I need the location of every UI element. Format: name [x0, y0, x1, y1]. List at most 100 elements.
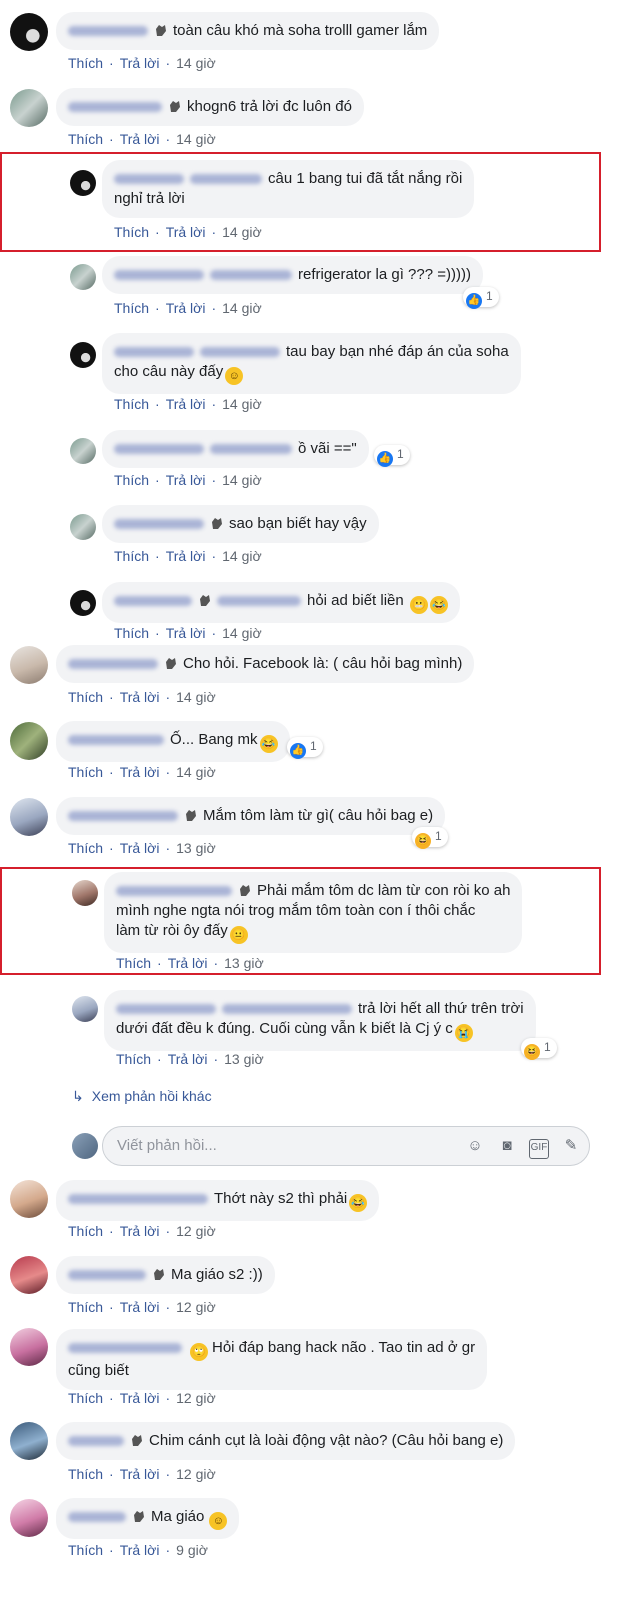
timestamp[interactable]: 13 giờ [224, 1051, 264, 1067]
sticker-icon[interactable]: ✎ [561, 1136, 581, 1156]
avatar[interactable] [10, 798, 48, 836]
reply-link[interactable]: Trả lời [166, 300, 206, 316]
author-name[interactable] [68, 102, 162, 113]
avatar[interactable] [72, 880, 98, 906]
avatar[interactable] [70, 170, 96, 196]
like-link[interactable]: Thích [114, 548, 149, 564]
reply-link[interactable]: Trả lời [166, 472, 206, 488]
reply-link[interactable]: Trả lời [120, 689, 160, 705]
reply-link[interactable]: Trả lời [120, 840, 160, 856]
author-name[interactable] [68, 1436, 124, 1447]
reaction-badge[interactable]: 👍 1 [374, 445, 410, 467]
mention[interactable] [200, 347, 280, 358]
like-link[interactable]: Thích [114, 224, 149, 240]
avatar[interactable] [72, 996, 98, 1022]
timestamp[interactable]: 14 giờ [176, 764, 216, 780]
reply-link[interactable]: Trả lời [166, 224, 206, 240]
reply-link[interactable]: Trả lời [120, 131, 160, 147]
reaction-badge[interactable]: 😆 1 [412, 827, 448, 849]
reply-link[interactable]: Trả lời [120, 1390, 160, 1406]
timestamp[interactable]: 14 giờ [222, 472, 262, 488]
reply-link[interactable]: Trả lời [168, 955, 208, 971]
timestamp[interactable]: 9 giờ [176, 1542, 208, 1558]
author-name[interactable] [116, 886, 232, 897]
timestamp[interactable]: 14 giờ [222, 300, 262, 316]
avatar[interactable] [10, 1256, 48, 1294]
timestamp[interactable]: 14 giờ [176, 55, 216, 71]
reaction-badge[interactable]: 👍 1 [287, 737, 323, 759]
camera-icon[interactable]: ◙ [497, 1136, 517, 1156]
avatar[interactable] [70, 514, 96, 540]
like-link[interactable]: Thích [114, 472, 149, 488]
reply-link[interactable]: Trả lời [120, 1223, 160, 1239]
timestamp[interactable]: 14 giờ [176, 131, 216, 147]
emoji-icon[interactable]: ☺ [465, 1136, 485, 1156]
avatar[interactable] [70, 590, 96, 616]
author-name[interactable] [68, 1512, 126, 1523]
author-name[interactable] [114, 596, 192, 607]
like-link[interactable]: Thích [68, 1299, 103, 1315]
author-name[interactable] [114, 519, 204, 530]
author-name[interactable] [68, 26, 148, 37]
avatar[interactable] [10, 1422, 48, 1460]
author-name[interactable] [68, 735, 164, 746]
mention[interactable] [222, 1004, 352, 1015]
timestamp[interactable]: 14 giờ [222, 224, 262, 240]
reaction-badge[interactable]: 😆 1 [521, 1038, 557, 1060]
author-name[interactable] [68, 1343, 182, 1354]
like-link[interactable]: Thích [68, 1542, 103, 1558]
reply-link[interactable]: Trả lời [120, 1542, 160, 1558]
reply-link[interactable]: Trả lời [120, 1466, 160, 1482]
timestamp[interactable]: 13 giờ [176, 840, 216, 856]
mention[interactable] [210, 270, 292, 281]
author-name[interactable] [114, 270, 204, 281]
mention[interactable] [217, 596, 301, 607]
author-name[interactable] [68, 1194, 208, 1205]
mention[interactable] [210, 444, 292, 455]
reply-link[interactable]: Trả lời [120, 55, 160, 71]
reply-link[interactable]: Trả lời [166, 396, 206, 412]
like-link[interactable]: Thích [68, 1390, 103, 1406]
author-name[interactable] [114, 347, 194, 358]
timestamp[interactable]: 12 giờ [176, 1299, 216, 1315]
avatar[interactable] [10, 1328, 48, 1366]
avatar[interactable] [70, 264, 96, 290]
avatar[interactable] [10, 89, 48, 127]
like-link[interactable]: Thích [68, 764, 103, 780]
like-link[interactable]: Thích [68, 1223, 103, 1239]
author-name[interactable] [116, 1004, 216, 1015]
timestamp[interactable]: 14 giờ [222, 396, 262, 412]
avatar[interactable] [70, 342, 96, 368]
reply-link[interactable]: Trả lời [120, 764, 160, 780]
avatar[interactable] [10, 1499, 48, 1537]
avatar[interactable] [10, 1180, 48, 1218]
reply-link[interactable]: Trả lời [120, 1299, 160, 1315]
reply-link[interactable]: Trả lời [168, 1051, 208, 1067]
author-name[interactable] [68, 1270, 146, 1281]
like-link[interactable]: Thích [116, 1051, 151, 1067]
author-name[interactable] [114, 444, 204, 455]
like-link[interactable]: Thích [68, 131, 103, 147]
timestamp[interactable]: 12 giờ [176, 1223, 216, 1239]
timestamp[interactable]: 14 giờ [176, 689, 216, 705]
avatar[interactable] [10, 646, 48, 684]
author-name[interactable] [68, 659, 158, 670]
reply-input[interactable] [117, 1137, 437, 1154]
timestamp[interactable]: 14 giờ [222, 625, 262, 641]
author-name[interactable] [114, 174, 184, 185]
gif-icon[interactable]: GIF [529, 1139, 549, 1159]
avatar[interactable] [10, 722, 48, 760]
like-link[interactable]: Thích [68, 55, 103, 71]
like-link[interactable]: Thích [68, 1466, 103, 1482]
reply-link[interactable]: Trả lời [166, 548, 206, 564]
like-link[interactable]: Thích [114, 300, 149, 316]
like-link[interactable]: Thích [114, 396, 149, 412]
reaction-badge[interactable]: 👍 1 [463, 287, 499, 309]
timestamp[interactable]: 13 giờ [224, 955, 264, 971]
more-replies-link[interactable]: ↳ Xem phản hồi khác [72, 1088, 212, 1105]
mention[interactable] [190, 174, 262, 185]
avatar[interactable] [70, 438, 96, 464]
like-link[interactable]: Thích [68, 840, 103, 856]
timestamp[interactable]: 14 giờ [222, 548, 262, 564]
reply-link[interactable]: Trả lời [166, 625, 206, 641]
